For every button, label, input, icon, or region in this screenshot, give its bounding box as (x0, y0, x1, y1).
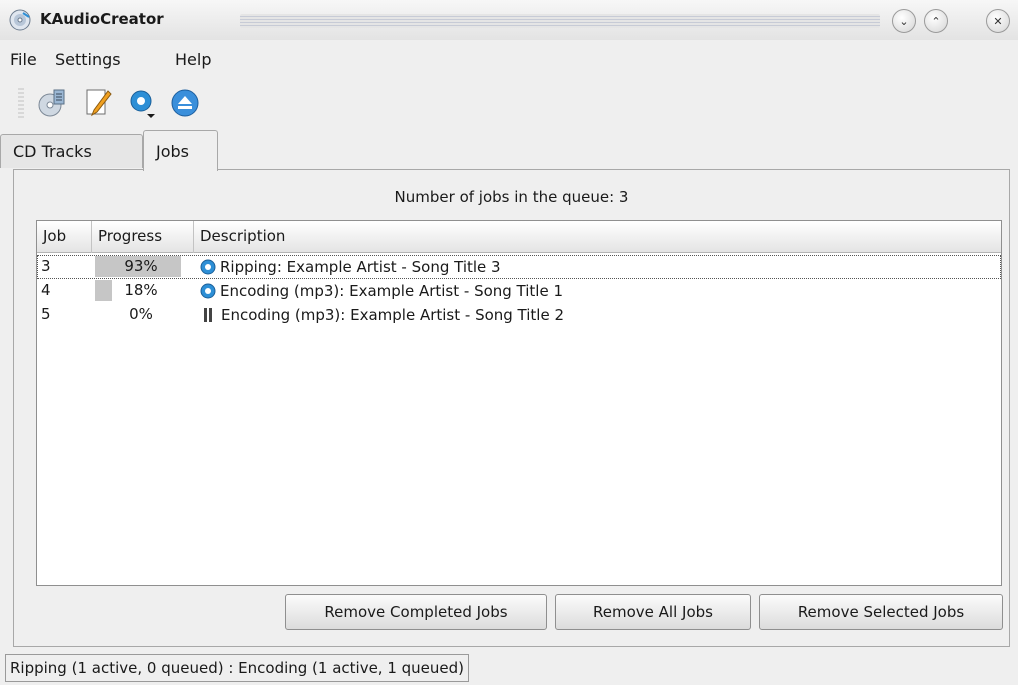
column-header-description[interactable]: Description (194, 221, 1001, 253)
toolbar-grip-icon[interactable] (18, 88, 24, 118)
working-gear-icon (200, 283, 216, 299)
job-description-text: Encoding (mp3): Example Artist - Song Ti… (220, 282, 564, 300)
job-row[interactable]: 3 93% Ripping: Example Artist - Song Tit… (37, 255, 1001, 279)
close-icon[interactable]: ✕ (986, 9, 1010, 33)
job-row[interactable]: 5 0% Encoding (mp3): Example Artist - So… (37, 303, 1001, 327)
job-description: Ripping: Example Artist - Song Title 3 (199, 255, 989, 279)
minimize-icon[interactable]: ⌄ (892, 9, 916, 33)
job-id: 5 (41, 305, 51, 323)
progress-text: 0% (129, 305, 153, 323)
window-title: KAudioCreator (40, 10, 164, 28)
job-progress: 0% (95, 303, 187, 327)
status-bar: Ripping (1 active, 0 queued) : Encoding … (5, 654, 470, 682)
tab-jobs-label: Jobs (156, 141, 189, 161)
pause-icon (199, 306, 217, 324)
progress-text: 18% (124, 281, 158, 299)
working-gear-icon (200, 259, 216, 275)
title-bar[interactable]: KAudioCreator ⌄ ⌃ ✕ (0, 0, 1018, 40)
tab-cd-tracks-label: CD Tracks (13, 142, 92, 161)
toolbar (0, 82, 1018, 122)
job-row[interactable]: 4 18% Encoding (mp3): Example Artist - S… (37, 279, 1001, 303)
job-description-text: Encoding (mp3): Example Artist - Song Ti… (221, 306, 565, 324)
queue-count-label: Number of jobs in the queue: 3 (394, 188, 629, 206)
job-id: 4 (41, 281, 51, 299)
eject-icon[interactable] (168, 86, 202, 120)
column-header-progress[interactable]: Progress (92, 221, 194, 253)
remove-completed-jobs-button[interactable]: Remove Completed Jobs (285, 594, 547, 630)
job-description: Encoding (mp3): Example Artist - Song Ti… (199, 303, 989, 327)
job-progress: 18% (95, 279, 187, 303)
tab-jobs[interactable]: Jobs (143, 130, 218, 171)
maximize-icon[interactable]: ⌃ (924, 9, 948, 33)
job-description-text: Ripping: Example Artist - Song Title 3 (220, 258, 501, 276)
menu-file[interactable]: File (10, 50, 37, 69)
configure-icon[interactable] (125, 86, 159, 120)
menu-help[interactable]: Help (175, 50, 211, 69)
remove-all-jobs-button[interactable]: Remove All Jobs (555, 594, 751, 630)
list-header: Job Progress Description (37, 221, 1001, 253)
job-description: Encoding (mp3): Example Artist - Song Ti… (199, 279, 989, 303)
title-bar-decoration (240, 14, 880, 28)
rip-cd-icon[interactable] (36, 86, 70, 120)
job-id: 3 (41, 257, 51, 275)
app-icon (9, 9, 31, 31)
jobs-panel: Number of jobs in the queue: 3 Job Progr… (13, 169, 1010, 647)
menu-bar: File Settings Help (0, 44, 1018, 74)
edit-album-icon[interactable] (82, 86, 116, 120)
jobs-list[interactable]: Job Progress Description 3 93% Ripping: … (36, 220, 1002, 586)
menu-settings[interactable]: Settings (55, 50, 121, 69)
progress-text: 93% (124, 257, 158, 275)
job-progress: 93% (95, 255, 187, 279)
remove-selected-jobs-button[interactable]: Remove Selected Jobs (759, 594, 1003, 630)
tab-bar: CD Tracks Jobs (0, 130, 1018, 171)
column-header-job[interactable]: Job (37, 221, 92, 253)
kaudiocreator-window: KAudioCreator ⌄ ⌃ ✕ File Settings Help C… (0, 0, 1018, 685)
tab-cd-tracks[interactable]: CD Tracks (0, 134, 143, 168)
